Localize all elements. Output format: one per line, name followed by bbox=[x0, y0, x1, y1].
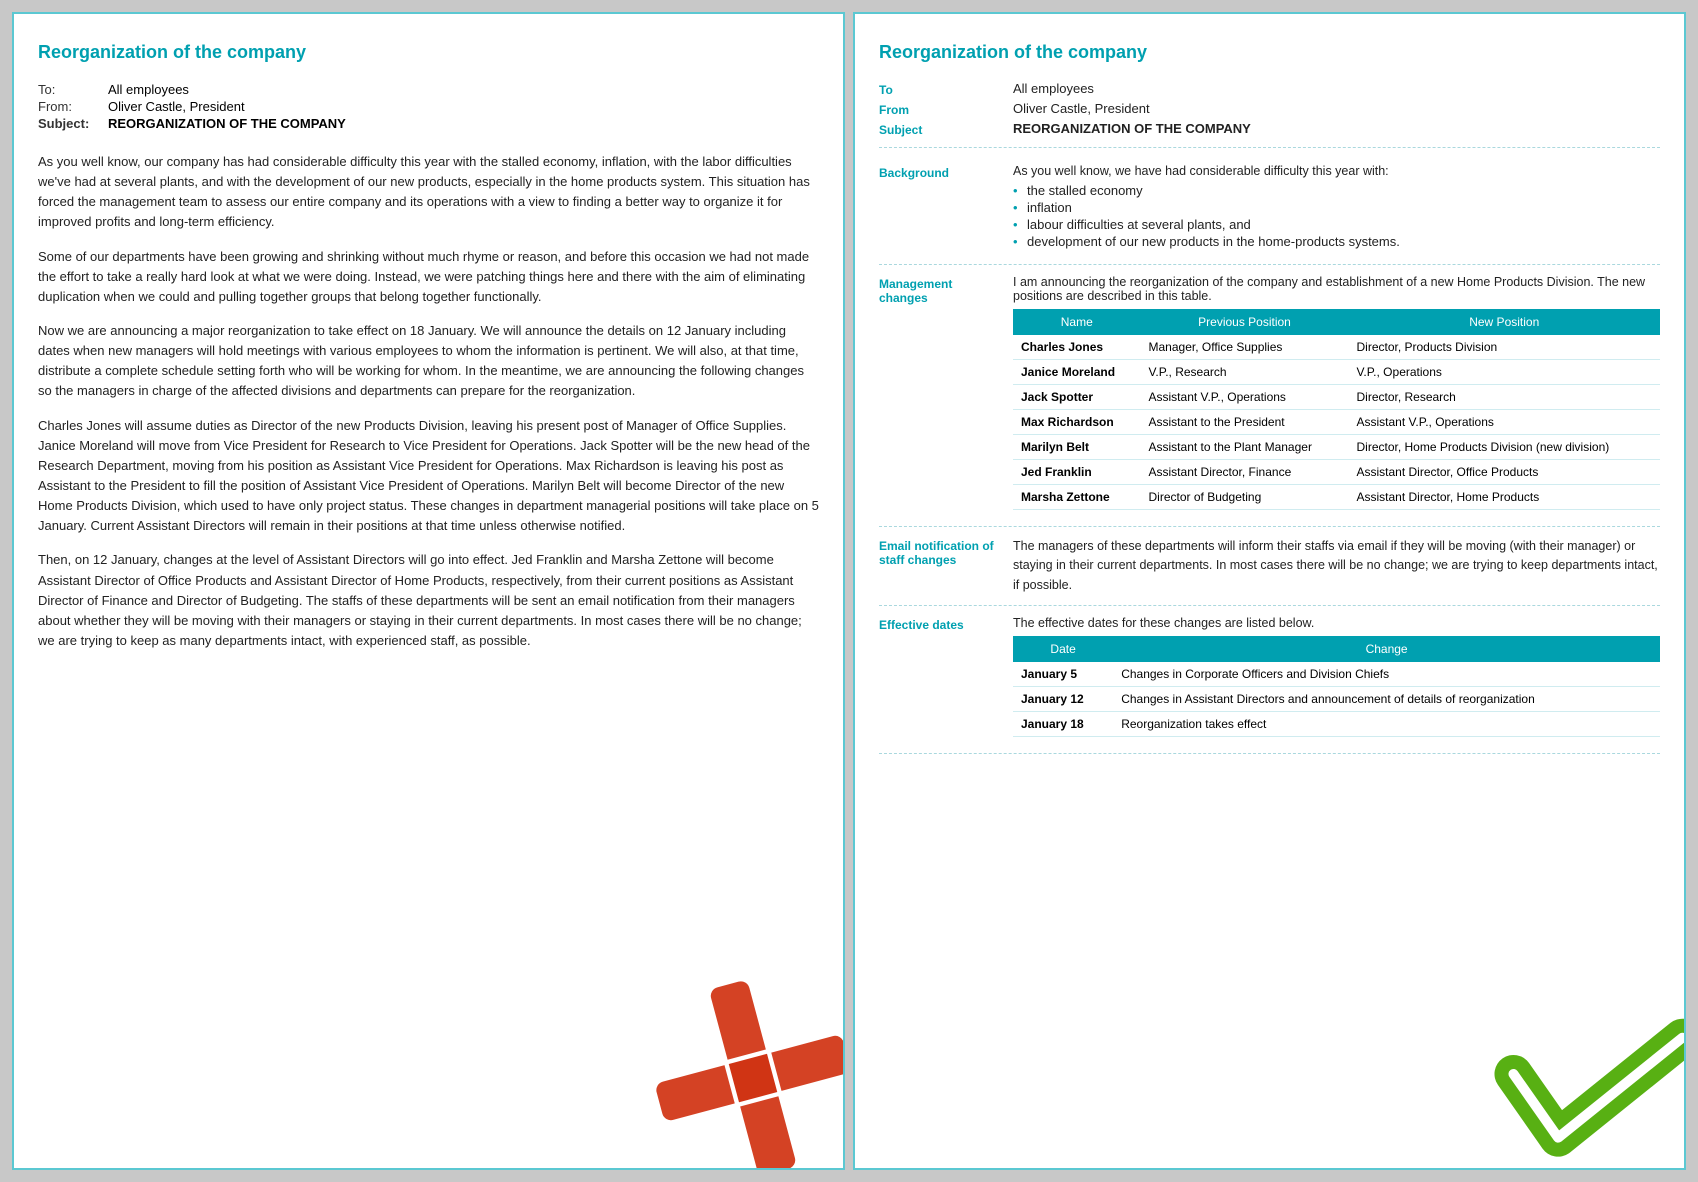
section-content-effective: The effective dates for these changes ar… bbox=[1013, 616, 1660, 743]
table-cell: January 12 bbox=[1013, 687, 1113, 712]
table-cell: Assistant to the President bbox=[1141, 410, 1349, 435]
table-cell: January 18 bbox=[1013, 712, 1113, 737]
table-cell: Assistant Director, Finance bbox=[1141, 460, 1349, 485]
table-cell: Assistant V.P., Operations bbox=[1348, 410, 1660, 435]
meta-value: All employees bbox=[108, 81, 354, 98]
right-section-background: BackgroundAs you well know, we have had … bbox=[879, 164, 1660, 265]
left-paragraph: As you well know, our company has had co… bbox=[38, 152, 819, 233]
table-cell: Changes in Assistant Directors and annou… bbox=[1113, 687, 1660, 712]
table-cell: January 5 bbox=[1013, 662, 1113, 687]
bullet-item: labour difficulties at several plants, a… bbox=[1013, 216, 1660, 233]
meta-from-label: From bbox=[879, 101, 999, 117]
table-cell: Janice Moreland bbox=[1013, 360, 1141, 385]
left-paragraph: Now we are announcing a major reorganiza… bbox=[38, 321, 819, 402]
table-cell: Marsha Zettone bbox=[1013, 485, 1141, 510]
table-row: Janice MorelandV.P., ResearchV.P., Opera… bbox=[1013, 360, 1660, 385]
table-row: Charles JonesManager, Office SuppliesDir… bbox=[1013, 335, 1660, 360]
right-panel: Reorganization of the company To All emp… bbox=[853, 12, 1686, 1170]
table-cell: Assistant to the Plant Manager bbox=[1141, 435, 1349, 460]
table-cell: Assistant V.P., Operations bbox=[1141, 385, 1349, 410]
table-cell: Director, Research bbox=[1348, 385, 1660, 410]
left-title: Reorganization of the company bbox=[38, 42, 819, 63]
table-cell: Director, Products Division bbox=[1348, 335, 1660, 360]
table-header: Change bbox=[1113, 636, 1660, 662]
left-paragraph: Some of our departments have been growin… bbox=[38, 247, 819, 307]
table-row: Jack SpotterAssistant V.P., OperationsDi… bbox=[1013, 385, 1660, 410]
meta-to-value: All employees bbox=[1013, 81, 1660, 97]
bullet-item: the stalled economy bbox=[1013, 182, 1660, 199]
table-cell: Charles Jones bbox=[1013, 335, 1141, 360]
meta-to-label: To bbox=[879, 81, 999, 97]
meta-value: REORGANIZATION OF THE COMPANY bbox=[108, 115, 354, 132]
meta-subject-label: Subject bbox=[879, 121, 999, 137]
table-row: January 18Reorganization takes effect bbox=[1013, 712, 1660, 737]
meta-label: From: bbox=[38, 98, 108, 115]
table-cell: Director of Budgeting bbox=[1141, 485, 1349, 510]
management-table: NamePrevious PositionNew PositionCharles… bbox=[1013, 309, 1660, 510]
right-meta: To All employees From Oliver Castle, Pre… bbox=[879, 81, 1660, 148]
meta-label: Subject: bbox=[38, 115, 108, 132]
table-cell: V.P., Research bbox=[1141, 360, 1349, 385]
table-header: Name bbox=[1013, 309, 1141, 335]
table-cell: Changes in Corporate Officers and Divisi… bbox=[1113, 662, 1660, 687]
table-cell: Reorganization takes effect bbox=[1113, 712, 1660, 737]
left-paragraph: Charles Jones will assume duties as Dire… bbox=[38, 416, 819, 537]
table-header: New Position bbox=[1348, 309, 1660, 335]
meta-label: To: bbox=[38, 81, 108, 98]
table-row: Jed FranklinAssistant Director, FinanceA… bbox=[1013, 460, 1660, 485]
section-label-effective: Effective dates bbox=[879, 616, 999, 743]
section-content-email: The managers of these departments will i… bbox=[1013, 537, 1660, 595]
meta-value: Oliver Castle, President bbox=[108, 98, 354, 115]
section-label-management: Management changes bbox=[879, 275, 999, 516]
section-label-background: Background bbox=[879, 164, 999, 254]
left-body: As you well know, our company has had co… bbox=[38, 152, 819, 651]
right-section-effective: Effective datesThe effective dates for t… bbox=[879, 616, 1660, 754]
table-row: Marsha ZettoneDirector of BudgetingAssis… bbox=[1013, 485, 1660, 510]
right-section-management: Management changesI am announcing the re… bbox=[879, 275, 1660, 527]
table-row: January 12Changes in Assistant Directors… bbox=[1013, 687, 1660, 712]
section-label-email: Email notification of staff changes bbox=[879, 537, 999, 595]
section-content-background: As you well know, we have had considerab… bbox=[1013, 164, 1660, 254]
table-cell: Jack Spotter bbox=[1013, 385, 1141, 410]
right-section-email: Email notification of staff changesThe m… bbox=[879, 537, 1660, 606]
right-title: Reorganization of the company bbox=[879, 42, 1660, 63]
left-meta: To:All employeesFrom:Oliver Castle, Pres… bbox=[38, 81, 819, 132]
bullet-item: development of our new products in the h… bbox=[1013, 233, 1660, 250]
table-cell: Marilyn Belt bbox=[1013, 435, 1141, 460]
meta-subject-value: REORGANIZATION OF THE COMPANY bbox=[1013, 121, 1660, 137]
table-cell: Max Richardson bbox=[1013, 410, 1141, 435]
table-header: Date bbox=[1013, 636, 1113, 662]
section-text: The managers of these departments will i… bbox=[1013, 537, 1660, 595]
table-row: January 5Changes in Corporate Officers a… bbox=[1013, 662, 1660, 687]
table-cell: Assistant Director, Office Products bbox=[1348, 460, 1660, 485]
meta-from-value: Oliver Castle, President bbox=[1013, 101, 1660, 117]
table-header: Previous Position bbox=[1141, 309, 1349, 335]
red-x-icon bbox=[643, 968, 845, 1170]
table-cell: Director, Home Products Division (new di… bbox=[1348, 435, 1660, 460]
dates-table: DateChangeJanuary 5Changes in Corporate … bbox=[1013, 636, 1660, 737]
left-panel: Reorganization of the company To:All emp… bbox=[12, 12, 845, 1170]
green-check-icon bbox=[1494, 978, 1686, 1170]
left-paragraph: Then, on 12 January, changes at the leve… bbox=[38, 550, 819, 651]
table-cell: Jed Franklin bbox=[1013, 460, 1141, 485]
table-cell: Assistant Director, Home Products bbox=[1348, 485, 1660, 510]
table-row: Marilyn BeltAssistant to the Plant Manag… bbox=[1013, 435, 1660, 460]
table-cell: V.P., Operations bbox=[1348, 360, 1660, 385]
table-cell: Manager, Office Supplies bbox=[1141, 335, 1349, 360]
right-sections: BackgroundAs you well know, we have had … bbox=[879, 164, 1660, 754]
section-content-management: I am announcing the reorganization of th… bbox=[1013, 275, 1660, 516]
bullet-item: inflation bbox=[1013, 199, 1660, 216]
table-row: Max RichardsonAssistant to the President… bbox=[1013, 410, 1660, 435]
